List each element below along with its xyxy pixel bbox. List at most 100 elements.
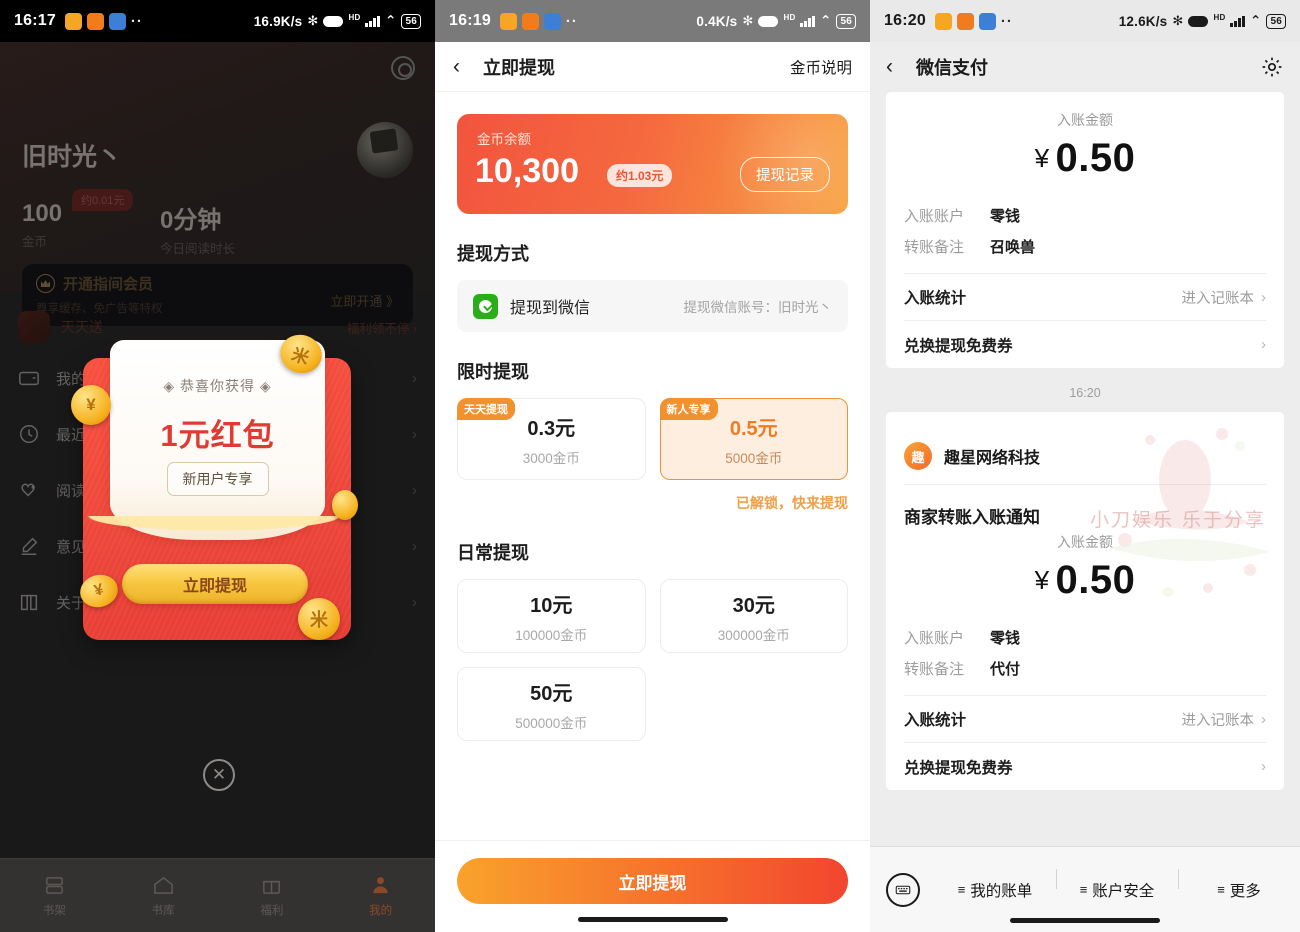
bluetooth-icon: ✻	[307, 13, 319, 28]
toolbar-item-security-label: 账户安全	[1092, 882, 1155, 900]
toolbar-item-bills[interactable]: ≡ 我的账单	[934, 879, 1056, 901]
toolbar-item-bills-label: 我的账单	[970, 882, 1033, 900]
message-timestamp: 16:20	[1069, 386, 1101, 400]
balance-amount: 10,300	[475, 152, 579, 190]
field-value: 零钱	[990, 630, 1021, 647]
row-right-label: 进入记账本	[1181, 290, 1255, 307]
nav-profile-label: 我的	[369, 904, 393, 917]
withdraw-record-button[interactable]: 提现记录	[740, 157, 830, 192]
back-icon[interactable]: ‹	[886, 55, 906, 79]
amount-label: 入账金额	[1057, 112, 1113, 128]
bluetooth-icon: ✻	[742, 13, 754, 28]
coin-explanation-link[interactable]: 金币说明	[790, 56, 852, 78]
withdraw-now-button[interactable]: 立即提现	[122, 564, 308, 604]
limited-option-1[interactable]: 新人专享 0.5元 5000金币	[659, 398, 848, 480]
yen-symbol: ¥	[1034, 565, 1050, 595]
network-speed: 12.6K/s	[1118, 13, 1168, 29]
option-badge: 新人专享	[659, 398, 718, 420]
daily-option-2[interactable]: 50元 500000金币	[457, 667, 646, 741]
wechat-icon	[473, 293, 498, 319]
panel-wechat-pay: 16:20 ·· 12.6K/s ✻ HD ⌃ 56 ‹ 微信支付 入账金额 ¥…	[870, 0, 1300, 932]
app-notification-icon-3	[978, 12, 996, 30]
network-speed: 16.9K/s	[253, 13, 303, 29]
option-amount: 0.5元	[729, 417, 778, 440]
coin-decoration-icon: ¥	[71, 385, 111, 425]
coin-balance-card: 金币余额 10,300 约1.03元 提现记录	[457, 114, 848, 214]
yen-symbol: ¥	[1034, 143, 1050, 173]
home-icon	[153, 876, 173, 894]
option-coins: 100000金币	[515, 627, 588, 643]
daily-option-0[interactable]: 10元 100000金币	[457, 579, 646, 653]
vibrate-icon	[1188, 15, 1209, 27]
status-bar-1: 16:17 ·· 16.9K/s ✻ HD ⌃ 56	[0, 0, 435, 42]
hamburger-icon: ≡	[957, 882, 966, 897]
back-icon[interactable]: ‹	[453, 55, 475, 79]
status-time: 16:17	[14, 12, 56, 29]
nav-library[interactable]: 书库	[109, 859, 218, 932]
row-label: 入账统计	[904, 290, 967, 307]
amount-value: 0.50	[1055, 558, 1136, 602]
option-amount: 30元	[732, 594, 775, 617]
field-value: 代付	[990, 661, 1021, 678]
row-label: 入账统计	[904, 712, 967, 729]
row-exchange-coupon-1[interactable]: 兑换提现免费券 ›	[904, 321, 1266, 368]
overflow-dots-icon: ··	[1000, 12, 1013, 30]
withdraw-method-wechat[interactable]: 提现到微信 提现微信账号：旧时光丶	[457, 280, 848, 332]
amount-value: 0.50	[1055, 136, 1136, 180]
merchant-header[interactable]: 趣 趣星网络科技	[904, 430, 1266, 485]
daily-options-row-1: 10元 100000金币 30元 300000金币	[457, 579, 848, 653]
coin-decoration-icon: 米	[298, 598, 340, 640]
nav-shelf[interactable]: 书架	[0, 859, 109, 932]
overflow-dots-icon: ··	[130, 12, 143, 30]
field-value: 零钱	[990, 208, 1021, 225]
method-name: 提现到微信	[510, 300, 591, 317]
merchant-logo: 趣	[904, 442, 932, 470]
field-remark-1: 转账备注 召唤兽	[904, 236, 1266, 257]
chevron-right-icon: ›	[1261, 758, 1266, 775]
option-amount: 10元	[530, 594, 573, 617]
panel-withdraw: 16:19 ·· 0.4K/s ✻ HD ⌃ 56 ‹ 立即提现 金币说明 金币…	[435, 0, 870, 932]
vibrate-icon	[323, 15, 344, 27]
app-notification-icon-2	[521, 12, 539, 30]
daily-option-1[interactable]: 30元 300000金币	[659, 579, 848, 653]
payment-amount-2: ¥0.50	[904, 558, 1266, 603]
page-title: 微信支付	[916, 58, 988, 78]
row-account-stats-1[interactable]: 入账统计 进入记账本 ›	[904, 274, 1266, 321]
keyboard-icon[interactable]	[886, 872, 920, 907]
app-notification-icon-3	[543, 12, 561, 30]
status-bar-3: 16:20 ·· 12.6K/s ✻ HD ⌃ 56	[870, 0, 1300, 42]
row-exchange-coupon-2[interactable]: 兑换提现免费券 ›	[904, 743, 1266, 790]
nav-benefits-label: 福利	[260, 904, 284, 917]
signal-icon	[1230, 15, 1245, 27]
toolbar-item-more[interactable]: ≡ 更多	[1178, 868, 1300, 901]
limited-option-0[interactable]: 天天提现 0.3元 3000金币	[457, 398, 646, 480]
withdraw-now-button[interactable]: 立即提现	[457, 858, 848, 904]
nav-benefits[interactable]: 福利	[218, 859, 327, 932]
home-indicator	[577, 917, 728, 922]
balance-approx-badge: 约1.03元	[607, 164, 673, 187]
option-badge: 天天提现	[457, 398, 515, 420]
network-speed: 0.4K/s	[696, 13, 738, 29]
wechat-navbar: ‹ 微信支付	[870, 42, 1300, 92]
nav-shelf-label: 书架	[42, 904, 66, 917]
option-amount: 50元	[530, 682, 573, 705]
close-icon[interactable]: ✕	[203, 759, 235, 791]
toolbar-item-security[interactable]: ≡ 账户安全	[1056, 868, 1178, 901]
shelf-icon	[45, 876, 63, 894]
overflow-dots-icon: ··	[565, 12, 578, 30]
gear-icon[interactable]	[1260, 55, 1284, 79]
app-notification-icon-1	[499, 12, 517, 30]
withdraw-navbar: ‹ 立即提现 金币说明	[435, 42, 870, 92]
row-account-stats-2[interactable]: 入账统计 进入记账本 ›	[904, 696, 1266, 743]
option-coins: 500000金币	[515, 715, 588, 731]
hamburger-icon: ≡	[1079, 882, 1088, 897]
method-account: 提现微信账号：旧时光丶	[683, 300, 833, 315]
option-coins: 300000金币	[717, 627, 790, 643]
hamburger-icon: ≡	[1217, 882, 1225, 897]
field-key: 入账账户	[904, 630, 965, 647]
option-coins: 3000金币	[522, 450, 580, 466]
battery-icon: 56	[401, 13, 421, 29]
status-bar-2: 16:19 ·· 0.4K/s ✻ HD ⌃ 56	[435, 0, 870, 42]
hd-icon: HD	[348, 13, 361, 23]
nav-profile[interactable]: 我的	[326, 859, 435, 932]
